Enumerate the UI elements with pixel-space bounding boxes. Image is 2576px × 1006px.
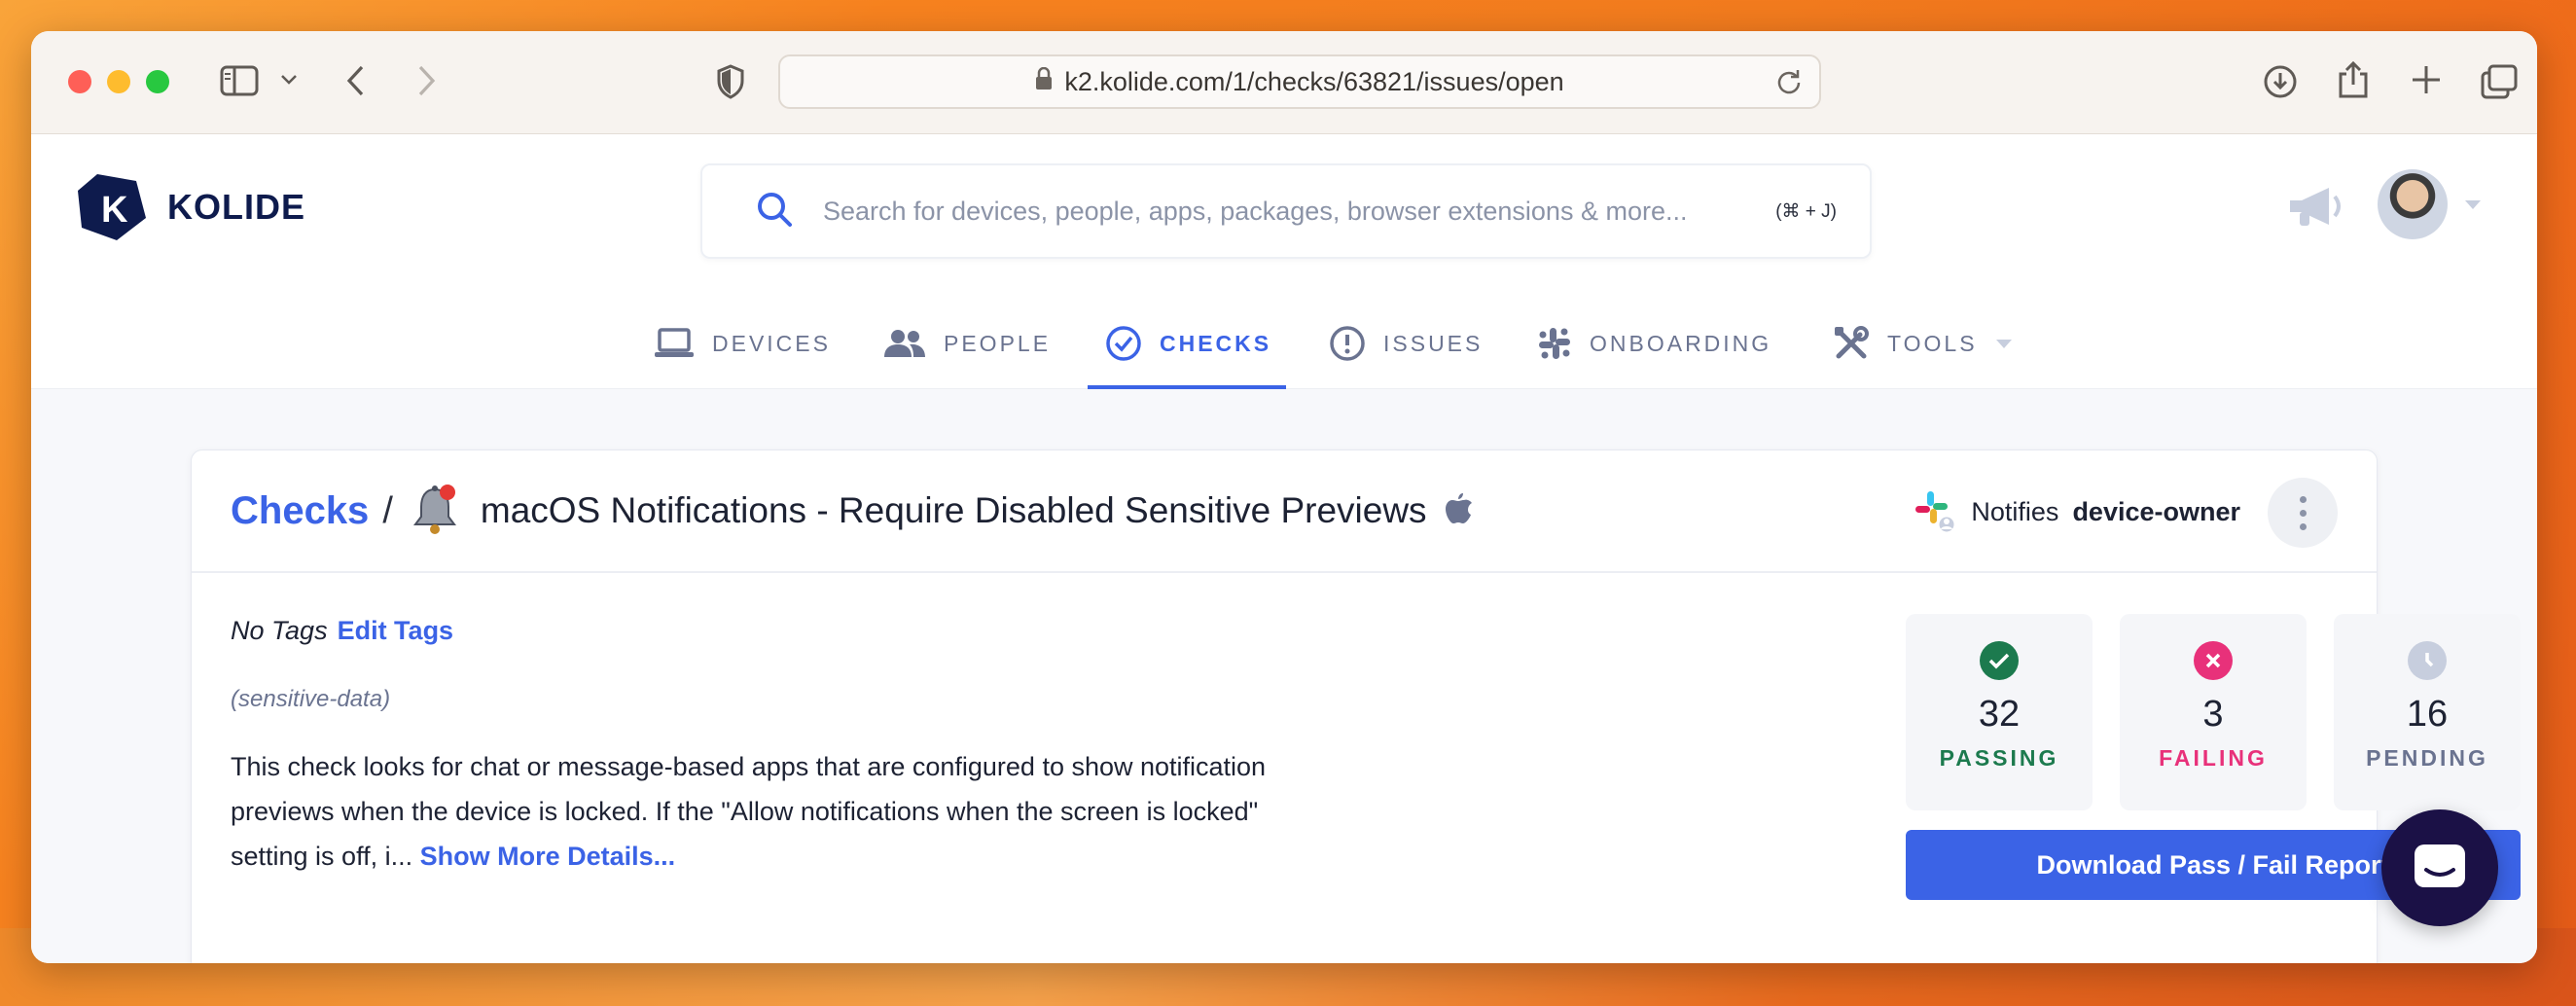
- nav-people-label: PEOPLE: [944, 330, 1052, 356]
- pending-count: 16: [2406, 694, 2449, 735]
- nav-issues-label: ISSUES: [1383, 330, 1484, 356]
- address-url: k2.kolide.com/1/checks/63821/issues/open: [1064, 66, 1564, 96]
- nav-issues[interactable]: ISSUES: [1329, 298, 1483, 389]
- passing-stat[interactable]: 32 PASSING: [1906, 614, 2093, 810]
- slack-icon: [1915, 491, 1956, 533]
- chevron-down-icon: [1995, 340, 2012, 348]
- edit-tags-link[interactable]: Edit Tags: [338, 616, 454, 646]
- people-icon: [884, 330, 925, 357]
- no-tags-label: No Tags: [231, 616, 328, 645]
- clock-icon: [2408, 641, 2447, 680]
- pending-stat[interactable]: 16 PENDING: [2334, 614, 2521, 810]
- tab-overview-icon[interactable]: [2481, 64, 2518, 99]
- nav-onboarding[interactable]: ONBOARDING: [1537, 298, 1771, 389]
- kolide-logo[interactable]: K KOLIDE: [76, 171, 305, 243]
- tools-icon: [1835, 326, 1869, 359]
- svg-text:K: K: [101, 190, 128, 231]
- app-header: K KOLIDE Search for devices, people, app…: [31, 134, 2537, 389]
- description-text: This check looks for chat or message-bas…: [231, 752, 1267, 871]
- passing-label: PASSING: [1939, 745, 2059, 771]
- nav-onboarding-label: ONBOARDING: [1590, 330, 1772, 356]
- forward-icon[interactable]: [414, 64, 438, 97]
- minimize-window-button[interactable]: [107, 70, 130, 93]
- zoom-window-button[interactable]: [146, 70, 169, 93]
- lock-icon: [1035, 66, 1053, 96]
- nav-checks-label: CHECKS: [1160, 330, 1272, 356]
- browser-window: k2.kolide.com/1/checks/63821/issues/open…: [31, 31, 2537, 963]
- avatar[interactable]: [2378, 169, 2448, 239]
- x-circle-icon: [2194, 641, 2233, 680]
- notifies-target[interactable]: Notifies device-owner: [1913, 489, 2240, 534]
- nav-tools-label: TOOLS: [1887, 330, 1978, 356]
- check-description: This check looks for chat or message-bas…: [231, 744, 1320, 879]
- breadcrumb-separator: /: [382, 489, 393, 531]
- search-shortcut: (⌘ + J): [1775, 200, 1837, 222]
- brand-name: KOLIDE: [167, 187, 306, 227]
- page-title: macOS Notifications - Require Disabled S…: [480, 490, 1427, 530]
- more-options-button[interactable]: [2268, 478, 2338, 548]
- sidebar-toggle-icon[interactable]: [220, 64, 259, 97]
- nav-tools[interactable]: TOOLS: [1833, 298, 2013, 389]
- check-circle-icon: [1980, 641, 2019, 680]
- failing-count: 3: [2202, 694, 2224, 735]
- chevron-down-icon[interactable]: [2465, 200, 2481, 209]
- notifies-target-name: device-owner: [2072, 496, 2240, 526]
- kolide-logo-icon: K: [78, 174, 146, 240]
- chevron-down-icon[interactable]: [280, 74, 298, 86]
- passing-count: 32: [1978, 694, 2021, 735]
- tags-row: No Tags Edit Tags: [231, 616, 453, 646]
- pending-label: PENDING: [2366, 745, 2488, 771]
- address-bar[interactable]: k2.kolide.com/1/checks/63821/issues/open: [778, 54, 1821, 109]
- exclamation-circle-icon: [1330, 326, 1365, 361]
- downloads-icon[interactable]: [2263, 64, 2298, 99]
- check-tag: (sensitive-data): [231, 686, 391, 712]
- chat-launcher-button[interactable]: [2381, 809, 2498, 926]
- laptop-icon: [655, 328, 694, 357]
- failing-stat[interactable]: 3 FAILING: [2120, 614, 2307, 810]
- failing-label: FAILING: [2159, 745, 2268, 771]
- slack-icon: [1539, 328, 1570, 359]
- kebab-dot: [2299, 522, 2307, 530]
- global-search[interactable]: Search for devices, people, apps, packag…: [700, 163, 1872, 259]
- megaphone-icon[interactable]: [2286, 185, 2346, 233]
- breadcrumb-checks[interactable]: Checks: [231, 489, 369, 533]
- search-input[interactable]: Search for devices, people, apps, packag…: [823, 197, 1775, 227]
- shield-icon[interactable]: [716, 64, 745, 99]
- reload-icon[interactable]: [1776, 68, 1802, 102]
- show-more-link[interactable]: Show More Details...: [420, 842, 676, 871]
- new-tab-icon[interactable]: [2411, 64, 2442, 95]
- check-header: Checks / macOS Notifications - Require D…: [192, 450, 2377, 573]
- nav-checks[interactable]: CHECKS: [1105, 298, 1271, 389]
- browser-toolbar: k2.kolide.com/1/checks/63821/issues/open: [31, 31, 2537, 134]
- bell-icon: [411, 484, 459, 538]
- nav-people[interactable]: PEOPLE: [883, 298, 1051, 389]
- kebab-dot: [2299, 495, 2307, 503]
- search-icon: [755, 190, 794, 234]
- notifies-prefix: Notifies: [1971, 496, 2059, 526]
- share-icon[interactable]: [2337, 60, 2370, 99]
- chat-icon: [2415, 844, 2465, 887]
- page-content: Checks / macOS Notifications - Require D…: [31, 389, 2537, 963]
- check-detail-card: Checks / macOS Notifications - Require D…: [191, 449, 2521, 963]
- main-nav: DEVICES PEOPLE CHECKS ISSUES ONBOARDING: [31, 298, 2537, 389]
- close-window-button[interactable]: [68, 70, 91, 93]
- back-icon[interactable]: [344, 64, 368, 97]
- check-circle-icon: [1106, 326, 1141, 361]
- kebab-dot: [2299, 509, 2307, 517]
- nav-devices[interactable]: DEVICES: [654, 298, 831, 389]
- apple-icon: [1445, 492, 1474, 530]
- nav-devices-label: DEVICES: [712, 330, 831, 356]
